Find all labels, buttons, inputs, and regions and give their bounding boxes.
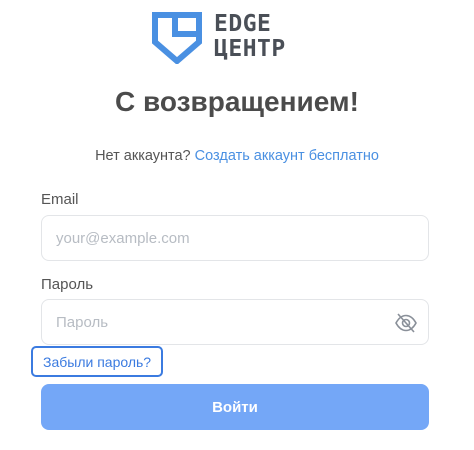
login-button[interactable]: Войти — [41, 384, 429, 430]
forgot-password-link[interactable]: Забыли пароль? — [31, 346, 164, 377]
brand-name-line2: ЦЕНТР — [214, 36, 286, 62]
password-label: Пароль — [41, 276, 94, 293]
email-field-wrapper — [41, 215, 429, 261]
password-field-wrapper — [41, 299, 429, 345]
email-input[interactable] — [42, 216, 428, 260]
page-title: С возвращением! — [115, 86, 359, 117]
password-input[interactable] — [42, 300, 428, 344]
create-account-link[interactable]: Создать аккаунт бесплатно — [195, 148, 379, 164]
brand-wordmark: EDGE ЦЕНТР — [214, 12, 286, 62]
signup-prompt: Нет аккаунта? — [95, 148, 191, 164]
shield-logo-icon — [152, 12, 202, 64]
eye-off-icon[interactable] — [394, 311, 418, 335]
brand-name-line1: EDGE — [214, 11, 272, 37]
brand-logo: EDGE ЦЕНТР — [152, 12, 324, 64]
email-label: Email — [41, 191, 79, 208]
signup-prompt-row: Нет аккаунта? Создать аккаунт бесплатно — [0, 148, 474, 164]
